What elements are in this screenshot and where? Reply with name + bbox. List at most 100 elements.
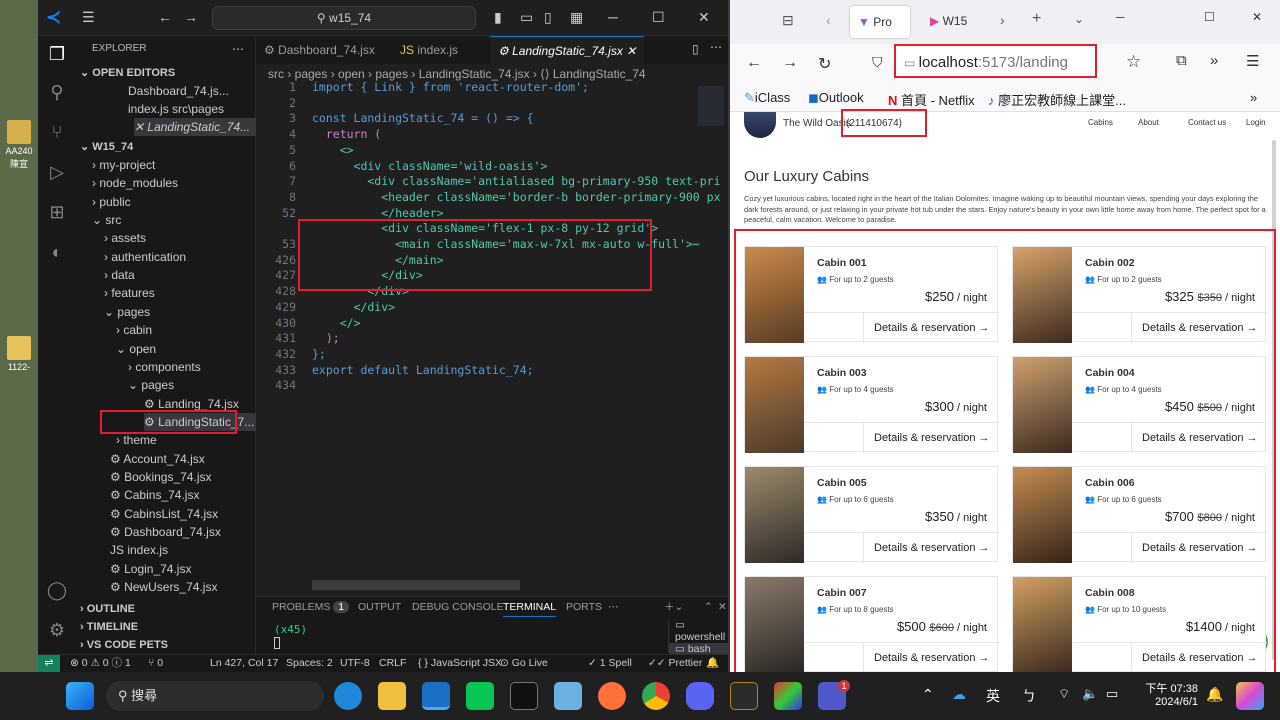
explorer-icon[interactable]: ❐: [44, 44, 70, 70]
more-icon[interactable]: ⋯: [608, 597, 619, 617]
new-terminal-icon[interactable]: ＋⌄: [664, 597, 683, 617]
tree-item[interactable]: › data: [104, 266, 256, 284]
tree-item[interactable]: ⌄ pages: [128, 376, 256, 394]
discord-icon[interactable]: [686, 682, 714, 710]
onedrive-icon[interactable]: ☁: [952, 686, 966, 703]
terminal-icon[interactable]: [510, 682, 538, 710]
tab-dashboard[interactable]: ⚙ Dashboard_74.jsx: [256, 36, 383, 64]
code-line[interactable]: 1 import { Link } from 'react-router-dom'…: [256, 80, 728, 96]
bookmark-item[interactable]: N 首頁 - Netflix: [888, 90, 975, 109]
chrome-icon[interactable]: [642, 682, 670, 710]
timeline-section[interactable]: › TIMELINE: [80, 618, 260, 636]
taskbar-search[interactable]: ⚲ 搜尋: [106, 681, 324, 711]
maximize-icon[interactable]: ☐: [652, 9, 665, 26]
project-section[interactable]: ⌄ W15_74: [80, 138, 260, 156]
tree-item[interactable]: › features: [104, 284, 256, 302]
tab-overview-icon[interactable]: ⊟: [782, 12, 794, 29]
tab-index[interactable]: JS index.js: [392, 36, 466, 64]
minimap[interactable]: [698, 86, 724, 126]
tree-item[interactable]: › authentication: [104, 248, 256, 266]
code-line[interactable]: 5 <>: [256, 143, 728, 159]
tree-item[interactable]: › assets: [104, 229, 256, 247]
prettier-status[interactable]: ✓✓ Prettier: [648, 655, 702, 672]
scroll-right-icon[interactable]: ›: [1000, 12, 1005, 28]
more-actions-icon[interactable]: ⋯: [232, 40, 252, 58]
tab-landing-static[interactable]: ⚙ LandingStatic_74.jsx ✕: [490, 36, 645, 64]
tab-output[interactable]: OUTPUT: [358, 597, 401, 617]
vscode-taskbar-icon[interactable]: [422, 682, 450, 710]
code-line[interactable]: 8 <header className='border-b border-pri…: [256, 190, 728, 206]
run-debug-icon[interactable]: ▷: [44, 162, 70, 188]
code-line[interactable]: 433 export default LandingStatic_74;: [256, 363, 728, 379]
open-editor-item[interactable]: Dashboard_74.js...: [128, 82, 256, 100]
edge-icon[interactable]: [334, 682, 362, 710]
show-hidden-icons-icon[interactable]: ⌃: [922, 686, 934, 703]
code-line[interactable]: 430 </>: [256, 316, 728, 332]
code-line[interactable]: 432};: [256, 347, 728, 363]
app-menu-icon[interactable]: ☰: [1246, 52, 1259, 70]
toggle-panel-icon[interactable]: ▭: [520, 9, 533, 26]
bookmark-item[interactable]: ♪ 廖正宏教師線上課堂...: [988, 90, 1126, 109]
notification-bell-icon[interactable]: 🔔: [1206, 686, 1223, 703]
vscode-pets-section[interactable]: › VS CODE PETS: [80, 636, 260, 654]
remote-icon[interactable]: ⇌: [38, 655, 60, 672]
more-actions-icon[interactable]: ⋯: [710, 40, 722, 54]
git-tool-icon[interactable]: [774, 682, 802, 710]
code-line[interactable]: 2: [256, 96, 728, 112]
more-bookmarks-icon[interactable]: »: [1250, 90, 1257, 105]
cursor-position[interactable]: Ln 427, Col 17: [210, 655, 278, 672]
minimize-icon[interactable]: ─: [1116, 10, 1125, 24]
code-line[interactable]: 431 );: [256, 331, 728, 347]
list-tabs-icon[interactable]: ⌄: [1074, 12, 1084, 26]
forward-arrow-icon[interactable]: →: [184, 9, 198, 25]
tree-item[interactable]: › node_modules: [92, 174, 256, 192]
command-center-search[interactable]: ⚲ w15_74: [212, 6, 476, 30]
input-language[interactable]: 英: [986, 686, 1000, 706]
open-editors-section[interactable]: ⌄ OPEN EDITORS: [80, 64, 260, 82]
tree-item[interactable]: › cabin: [116, 321, 256, 339]
close-icon[interactable]: ✕: [1252, 10, 1262, 24]
minimize-icon[interactable]: ─: [608, 9, 618, 25]
copilot-icon[interactable]: [1236, 682, 1264, 710]
spell-check[interactable]: ✓ 1 Spell: [588, 655, 632, 672]
source-control-icon[interactable]: ⑂: [44, 122, 70, 148]
line-icon[interactable]: [466, 682, 494, 710]
tree-item[interactable]: ⚙ NewUsers_74.jsx: [110, 578, 256, 596]
toggle-sidebar-icon[interactable]: ▮: [494, 9, 502, 26]
nav-contact[interactable]: Contact us: [1188, 118, 1226, 127]
back-arrow-icon[interactable]: ←: [158, 9, 172, 25]
clock[interactable]: 下午 07:38 2024/6/1: [1134, 680, 1198, 708]
outline-section[interactable]: › OUTLINE: [80, 600, 260, 618]
code-line[interactable]: 3 const LandingStatic_74 = () => {: [256, 111, 728, 127]
tab-debug-console[interactable]: DEBUG CONSOLE: [412, 597, 504, 617]
tree-item[interactable]: ⚙ Account_74.jsx: [110, 450, 256, 468]
nav-cabins[interactable]: Cabins: [1088, 118, 1113, 127]
nav-login[interactable]: Login: [1246, 118, 1266, 127]
tree-item[interactable]: ⌄ open: [116, 340, 256, 358]
volume-icon[interactable]: 🔈: [1082, 686, 1098, 702]
tree-item[interactable]: JS index.js: [110, 541, 256, 559]
tree-item[interactable]: ⌄ pages: [104, 303, 256, 321]
tab-terminal[interactable]: TERMINAL: [503, 597, 557, 617]
windows-start-icon[interactable]: [66, 682, 94, 710]
input-mode[interactable]: ㄅ: [1022, 686, 1036, 706]
desktop-shortcut[interactable]: AA240 陳宣: [2, 120, 36, 170]
tab-active[interactable]: ▼ Pro: [850, 6, 910, 38]
maximize-icon[interactable]: ☐: [1204, 10, 1215, 24]
wifi-icon[interactable]: ⌔: [1058, 686, 1070, 702]
customize-layout-icon[interactable]: ▦: [570, 9, 583, 26]
paint-icon[interactable]: [554, 682, 582, 710]
firefox-icon[interactable]: [598, 682, 626, 710]
close-icon[interactable]: ✕: [698, 9, 710, 26]
ports-status[interactable]: ⑂ 0: [148, 655, 163, 672]
logo-icon[interactable]: [744, 112, 776, 138]
account-icon[interactable]: ◯: [44, 580, 70, 606]
go-live-button[interactable]: ⊙ Go Live: [500, 655, 548, 672]
extensions-icon[interactable]: ⧉: [1176, 52, 1187, 69]
tab-inactive[interactable]: ▶ W15: [930, 14, 967, 28]
tree-item[interactable]: ⚙ CabinsList_74.jsx: [110, 505, 256, 523]
close-panel-icon[interactable]: ✕: [718, 597, 727, 617]
open-editor-item[interactable]: index.js src\pages: [128, 100, 256, 118]
maximize-panel-icon[interactable]: ⌃: [704, 597, 713, 617]
bookmark-star-icon[interactable]: ☆: [1126, 52, 1141, 72]
